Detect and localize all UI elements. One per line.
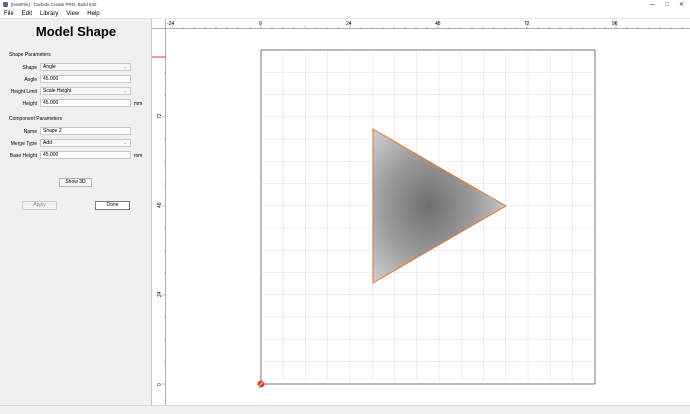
menu-bar: File Edit Library View Help xyxy=(0,9,690,19)
chevron-down-icon: ⌄ xyxy=(123,88,127,93)
h-tick-label: 96 xyxy=(612,21,618,27)
ruler-corner xyxy=(152,19,166,29)
maximize-button[interactable]: □ xyxy=(665,2,669,8)
minimize-button[interactable]: — xyxy=(649,2,655,8)
height-limit-select-value: Scale Height xyxy=(43,88,72,94)
title-bar: [NewFile] - Carbide Create PRO, Build 63… xyxy=(0,0,690,9)
horizontal-ruler-scale: -24 0 24 48 72 96 xyxy=(167,21,683,29)
show-3d-button[interactable]: Show 3D xyxy=(59,178,92,187)
merge-type-select[interactable]: Add ⌄ xyxy=(40,139,131,147)
menu-edit[interactable]: Edit xyxy=(22,11,32,17)
window-controls: — □ ✕ xyxy=(649,0,688,9)
height-limit-label: Height Limit xyxy=(10,89,37,95)
h-tick-label: 48 xyxy=(435,21,441,27)
close-button[interactable]: ✕ xyxy=(679,1,684,8)
chevron-down-icon: ⌄ xyxy=(123,64,127,69)
merge-type-select-value: Add xyxy=(43,140,52,146)
merge-type-label: Merge Type xyxy=(10,141,37,147)
component-parameters-heading: Component Parameters xyxy=(9,116,63,122)
shape-select[interactable]: Angle ⌄ xyxy=(40,63,131,71)
angle-label: Angle xyxy=(24,77,37,83)
height-unit: mm xyxy=(134,101,143,107)
menu-view[interactable]: View xyxy=(66,11,79,17)
menu-help[interactable]: Help xyxy=(87,11,99,17)
shape-label: Shape xyxy=(22,65,37,71)
model-shape-panel: Model Shape Shape Parameters Shape Angle… xyxy=(0,19,152,405)
done-button[interactable]: Done xyxy=(95,201,130,210)
canvas-drawing xyxy=(257,49,596,388)
h-tick-label: 0 xyxy=(259,21,262,27)
v-tick-label: 0 xyxy=(157,383,163,386)
v-tick-label: 24 xyxy=(157,291,163,297)
h-tick-label: -24 xyxy=(167,21,174,27)
window-title: [NewFile] - Carbide Create PRO, Build 63… xyxy=(11,2,97,7)
name-input[interactable]: Shape 2 xyxy=(40,127,131,135)
status-bar xyxy=(0,405,690,414)
h-tick-label: 24 xyxy=(346,21,352,27)
height-label: Height xyxy=(22,101,37,107)
panel-title: Model Shape xyxy=(35,24,117,39)
horizontal-ruler: -24 0 24 48 72 96 xyxy=(166,19,690,29)
v-tick-label: 72 xyxy=(157,113,163,119)
design-canvas[interactable] xyxy=(167,30,690,405)
app-icon xyxy=(3,2,8,7)
shape-parameters-heading: Shape Parameters xyxy=(9,52,51,58)
shape-select-value: Angle xyxy=(43,64,56,70)
origin-icon xyxy=(257,380,265,388)
base-height-label: Base Height xyxy=(9,153,37,159)
base-height-unit: mm xyxy=(134,153,143,159)
vertical-ruler: 72 48 24 0 xyxy=(152,29,166,405)
base-height-input[interactable]: 45.000 xyxy=(40,151,131,159)
menu-library[interactable]: Library xyxy=(40,11,58,17)
height-input[interactable]: 45.000 xyxy=(40,99,131,107)
angle-input[interactable]: 45.000 xyxy=(40,75,131,83)
apply-button[interactable]: Apply xyxy=(22,201,57,210)
chevron-down-icon: ⌄ xyxy=(123,140,127,145)
menu-file[interactable]: File xyxy=(4,11,14,17)
v-tick-label: 48 xyxy=(157,202,163,208)
h-tick-label: 72 xyxy=(524,21,530,27)
height-limit-select[interactable]: Scale Height ⌄ xyxy=(40,87,131,95)
name-label: Name xyxy=(23,129,37,135)
vertical-ruler-scale: 72 48 24 0 xyxy=(152,56,166,386)
